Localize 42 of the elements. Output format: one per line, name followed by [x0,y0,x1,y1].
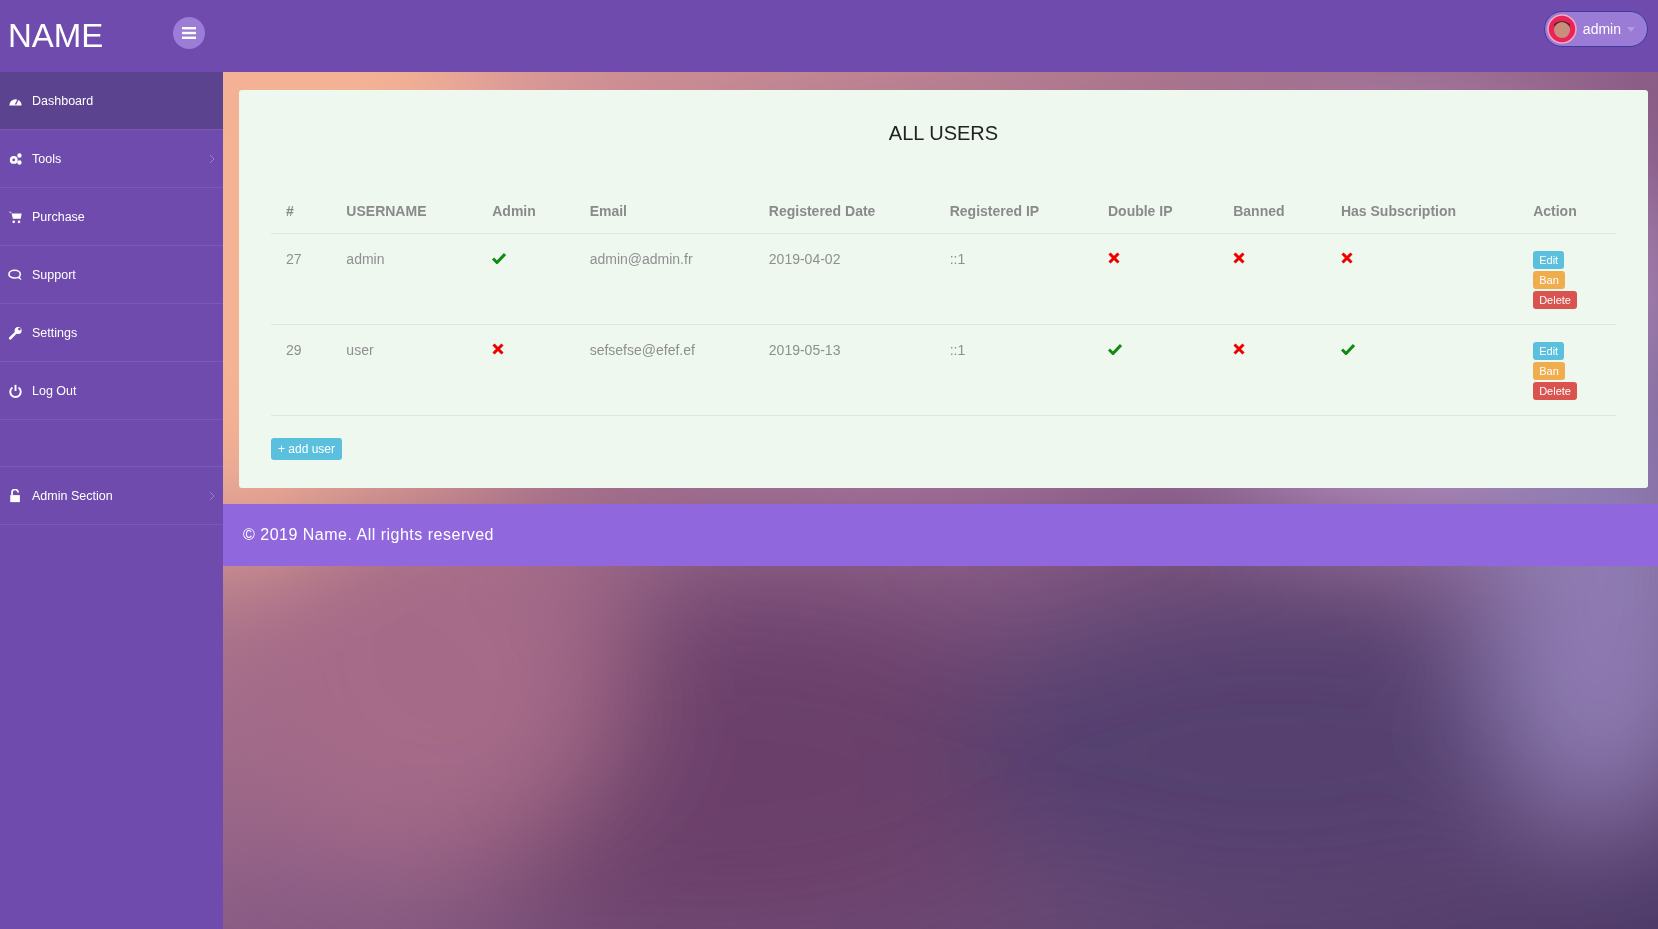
delete-button[interactable]: Delete [1533,382,1577,400]
table-cell: 2019-04-02 [768,251,841,267]
table-cell: ::1 [949,251,966,267]
table-cell: admin [346,251,385,267]
column-header: Registered Date [753,189,935,234]
table-cell: 2019-05-13 [768,342,841,358]
edit-button[interactable]: Edit [1533,251,1565,269]
column-header: Banned [1218,189,1326,234]
table-cell: sefsefse@efef.ef [589,342,695,358]
copyright-text: © 2019 Name. All rights reserved [243,526,494,544]
column-header: Double IP [1092,189,1219,234]
table-cell: ::1 [949,342,966,358]
table-cell: 27 [286,251,302,267]
caret-icon [1627,26,1635,32]
edit-button[interactable]: Edit [1533,342,1565,360]
menu-button[interactable] [173,17,205,49]
table-cell: user [346,342,374,358]
cart-icon [8,209,23,224]
column-header: USERNAME [331,189,478,234]
add-user-button[interactable]: + add user [271,438,343,460]
lock-icon [8,488,23,503]
column-header: Registered IP [934,189,1093,234]
sidebar-item[interactable]: Dashboard [0,72,223,130]
brand-logo: NAME [8,17,104,55]
delete-button[interactable]: Delete [1533,291,1577,309]
gears-icon [8,151,23,166]
chevron-icon [209,153,215,164]
chat-icon [8,267,23,282]
column-header: Action [1518,189,1616,234]
column-header: Admin [477,189,575,234]
table-cell: admin@admin.fr [589,251,693,267]
avatar-icon [1546,14,1577,44]
card-title: ALL USERS [887,122,1000,145]
user-menu-button[interactable]: admin [1543,11,1648,47]
table-cell: 29 [286,342,302,358]
column-header: Has Subscription [1325,189,1519,234]
column-header: Email [574,189,754,234]
wrench-icon [8,325,23,340]
column-header: # [271,189,332,234]
menu-icon [182,27,196,39]
power-icon [8,383,23,398]
chevron-icon [209,490,215,501]
